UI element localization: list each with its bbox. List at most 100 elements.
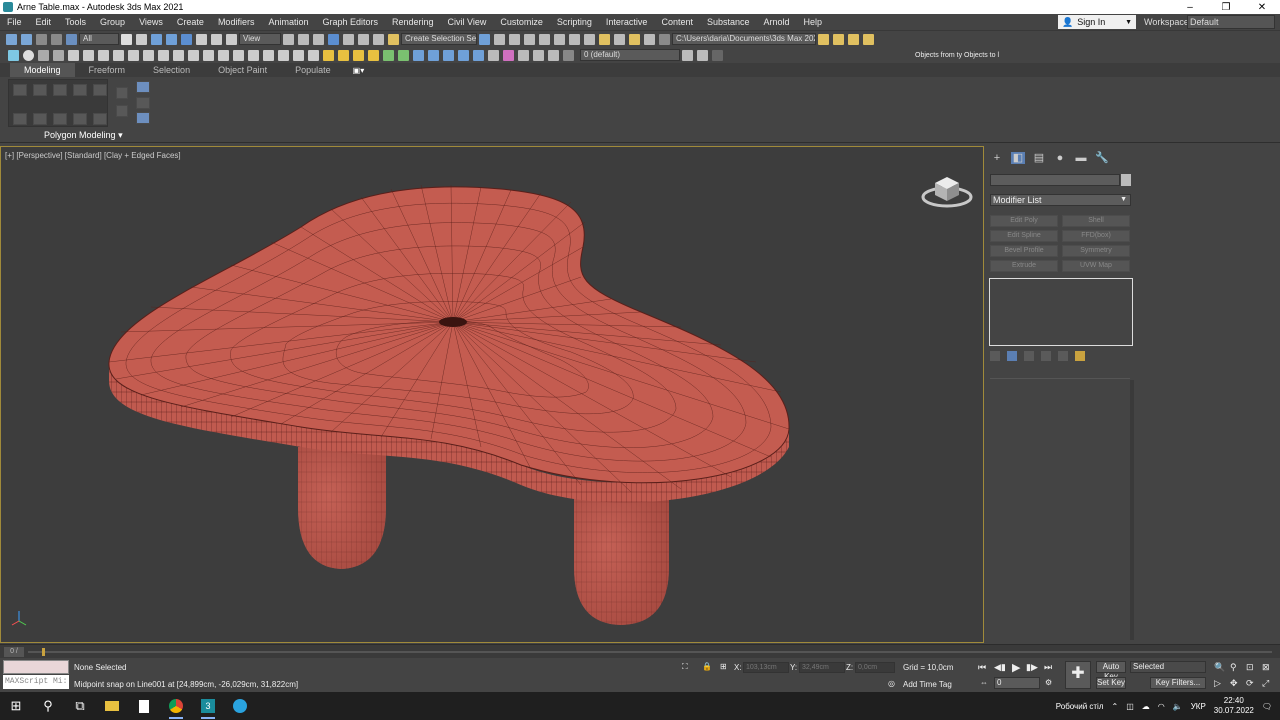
set-key-button[interactable]: Set Key bbox=[1096, 677, 1126, 689]
timeline-track[interactable] bbox=[28, 651, 1272, 653]
undo-icon[interactable] bbox=[6, 33, 17, 45]
cone-icon[interactable] bbox=[158, 49, 169, 61]
go-to-end-icon[interactable]: ⏭ bbox=[1044, 662, 1052, 673]
key-set-dropdown[interactable]: Selected bbox=[1130, 661, 1206, 673]
reactor-icon[interactable] bbox=[548, 49, 559, 61]
percent-snap-icon[interactable] bbox=[358, 33, 369, 45]
window-crossing-icon[interactable] bbox=[166, 33, 177, 45]
bones-icon[interactable] bbox=[458, 49, 469, 61]
file-explorer-icon[interactable] bbox=[96, 692, 128, 720]
menu-substance[interactable]: Substance bbox=[700, 17, 757, 27]
chrome-icon[interactable] bbox=[160, 692, 192, 720]
pin-icon[interactable] bbox=[8, 49, 19, 61]
table-leg-right[interactable] bbox=[574, 492, 669, 625]
cloth-icon[interactable] bbox=[533, 49, 544, 61]
placement-icon[interactable] bbox=[226, 33, 237, 45]
minimize-button[interactable]: – bbox=[1172, 2, 1208, 13]
maximize-viewport-icon[interactable]: ⤢ bbox=[1262, 678, 1269, 689]
symmetry-button[interactable]: Symmetry bbox=[1062, 245, 1130, 257]
x-coordinate-field[interactable]: 103,13cm bbox=[743, 662, 789, 673]
menu-group[interactable]: Group bbox=[93, 17, 132, 27]
menu-scripting[interactable]: Scripting bbox=[550, 17, 599, 27]
ribbon-options-icon[interactable]: ▣▾ bbox=[353, 66, 365, 75]
pyramid-icon[interactable] bbox=[203, 49, 214, 61]
task-view-icon[interactable]: ⧉ bbox=[64, 692, 96, 720]
render-online-icon[interactable] bbox=[644, 33, 655, 45]
add-time-tag[interactable]: Add Time Tag bbox=[903, 680, 952, 689]
freeform-icon[interactable] bbox=[38, 49, 49, 61]
menu-animation[interactable]: Animation bbox=[261, 17, 315, 27]
camera-icon[interactable] bbox=[383, 49, 394, 61]
keyboard-shortcut-icon[interactable] bbox=[313, 33, 324, 45]
set-project-icon[interactable] bbox=[848, 33, 859, 45]
torus-icon[interactable] bbox=[128, 49, 139, 61]
rect-selection-icon[interactable] bbox=[151, 33, 162, 45]
zoom-extents-icon[interactable]: ⊡ bbox=[1246, 662, 1254, 673]
helix-icon[interactable] bbox=[293, 49, 304, 61]
create-project-icon[interactable] bbox=[833, 33, 844, 45]
line-shape-icon[interactable] bbox=[248, 49, 259, 61]
show-end-result-icon[interactable] bbox=[116, 105, 128, 117]
play-icon[interactable]: ▶ bbox=[1012, 661, 1020, 674]
reference-coordinate-dropdown[interactable]: View bbox=[239, 33, 281, 45]
menu-rendering[interactable]: Rendering bbox=[385, 17, 441, 27]
windows-start-icon[interactable]: ⊞ bbox=[0, 692, 32, 720]
show-hidden-icons-icon[interactable]: ⌃ bbox=[1112, 702, 1119, 711]
key-mode-icon[interactable]: ⇔ bbox=[980, 678, 988, 687]
select-object-icon[interactable] bbox=[121, 33, 132, 45]
current-frame-marker[interactable] bbox=[42, 648, 45, 656]
object-name-field[interactable] bbox=[990, 174, 1120, 186]
spacewarps-icon[interactable] bbox=[428, 49, 439, 61]
auto-key-button[interactable]: Auto Key bbox=[1096, 661, 1126, 681]
helpers-icon[interactable] bbox=[413, 49, 424, 61]
y-coordinate-field[interactable]: 32,49cm bbox=[799, 662, 845, 673]
edit-spline-button[interactable]: Edit Spline bbox=[990, 230, 1058, 242]
zoom-icon[interactable]: 🔍 bbox=[1214, 662, 1225, 673]
time-slider[interactable]: 0 / 100 bbox=[4, 647, 24, 665]
viewcube[interactable] bbox=[921, 169, 973, 209]
edge-mode-icon[interactable] bbox=[33, 84, 47, 96]
menu-file[interactable]: File bbox=[0, 17, 29, 27]
hair-icon[interactable] bbox=[518, 49, 529, 61]
selection-mode-icon[interactable] bbox=[53, 113, 67, 125]
selection-filter-dropdown[interactable]: All bbox=[79, 33, 119, 45]
box-icon[interactable] bbox=[68, 49, 79, 61]
maximize-button[interactable]: ❐ bbox=[1208, 2, 1244, 13]
project-settings-icon[interactable] bbox=[863, 33, 874, 45]
rendered-frame-window-icon[interactable] bbox=[614, 33, 625, 45]
current-frame-field[interactable]: 0 bbox=[994, 677, 1040, 689]
previous-frame-icon[interactable]: ◀▮ bbox=[994, 662, 1006, 673]
menu-content[interactable]: Content bbox=[654, 17, 700, 27]
element-mode-icon[interactable] bbox=[93, 84, 107, 96]
material-editor-icon[interactable] bbox=[584, 33, 595, 45]
show-end-result-icon[interactable] bbox=[1007, 351, 1017, 361]
hierarchy-tab-icon[interactable]: ▤ bbox=[1032, 152, 1046, 164]
network-icon[interactable]: ◫ bbox=[1126, 702, 1134, 711]
cylinder-icon[interactable] bbox=[83, 49, 94, 61]
project-path-dropdown[interactable]: C:\Users\daria\Documents\3ds Max 2021 bbox=[672, 33, 816, 45]
geosphere-icon[interactable] bbox=[173, 49, 184, 61]
maxscript-listener-output[interactable] bbox=[3, 660, 69, 674]
notifications-icon[interactable]: 🗨 bbox=[1262, 702, 1272, 711]
add-to-layer-icon[interactable] bbox=[682, 49, 693, 61]
pin-stack-icon[interactable] bbox=[990, 351, 1000, 361]
spinner-snap-icon[interactable] bbox=[373, 33, 384, 45]
link-icon[interactable] bbox=[36, 33, 47, 45]
menu-graph-editors[interactable]: Graph Editors bbox=[315, 17, 385, 27]
motion-tab-icon[interactable]: ● bbox=[1053, 152, 1067, 164]
object-color-swatch[interactable] bbox=[1121, 174, 1131, 186]
modifier-stack[interactable] bbox=[989, 278, 1133, 346]
tab-freeform[interactable]: Freeform bbox=[75, 63, 140, 77]
key-filters-button[interactable]: Key Filters... bbox=[1150, 677, 1206, 689]
snaps-toggle-icon[interactable] bbox=[328, 33, 339, 45]
rectangle-shape-icon[interactable] bbox=[278, 49, 289, 61]
display-tab-icon[interactable]: ▬ bbox=[1074, 152, 1088, 164]
modify-mode-icon[interactable] bbox=[13, 113, 27, 125]
repeat-last-icon[interactable] bbox=[136, 97, 150, 109]
pan-icon[interactable]: ✥ bbox=[1230, 678, 1238, 689]
perspective-viewport[interactable]: [+] [Perspective] [Standard] [Clay + Edg… bbox=[0, 146, 984, 643]
workspace-select[interactable]: Default bbox=[1187, 15, 1275, 29]
zoom-all-icon[interactable]: ⚲ bbox=[1230, 662, 1237, 673]
select-manipulate-icon[interactable] bbox=[298, 33, 309, 45]
tab-modeling[interactable]: Modeling bbox=[10, 63, 75, 77]
